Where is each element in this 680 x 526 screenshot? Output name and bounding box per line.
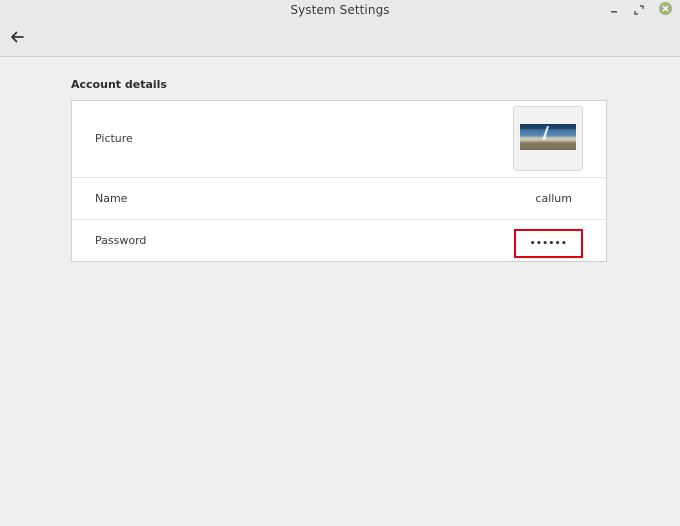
back-button[interactable] bbox=[6, 27, 28, 47]
picture-button[interactable] bbox=[513, 106, 583, 171]
close-icon bbox=[658, 1, 672, 15]
password-label: Password bbox=[95, 234, 147, 247]
picture-row: Picture bbox=[72, 101, 606, 178]
name-row: Name callum bbox=[72, 178, 606, 220]
window-title: System Settings bbox=[290, 3, 390, 17]
landscape-thumbnail bbox=[520, 123, 576, 154]
password-button[interactable]: •••••• bbox=[514, 229, 583, 258]
name-label: Name bbox=[95, 192, 128, 205]
minimize-icon bbox=[609, 0, 619, 19]
picture-label: Picture bbox=[95, 132, 133, 145]
maximize-icon bbox=[634, 0, 644, 19]
password-row: Password •••••• bbox=[72, 220, 606, 261]
name-value[interactable]: callum bbox=[535, 192, 572, 205]
arrow-left-icon bbox=[10, 28, 24, 47]
section-title: Account details bbox=[71, 78, 167, 91]
minimize-button[interactable] bbox=[607, 2, 621, 16]
close-button[interactable] bbox=[658, 1, 672, 15]
window-titlebar: System Settings bbox=[0, 0, 680, 57]
maximize-button[interactable] bbox=[632, 2, 646, 16]
account-details-panel: Picture Name callum Password •••••• bbox=[71, 100, 607, 262]
